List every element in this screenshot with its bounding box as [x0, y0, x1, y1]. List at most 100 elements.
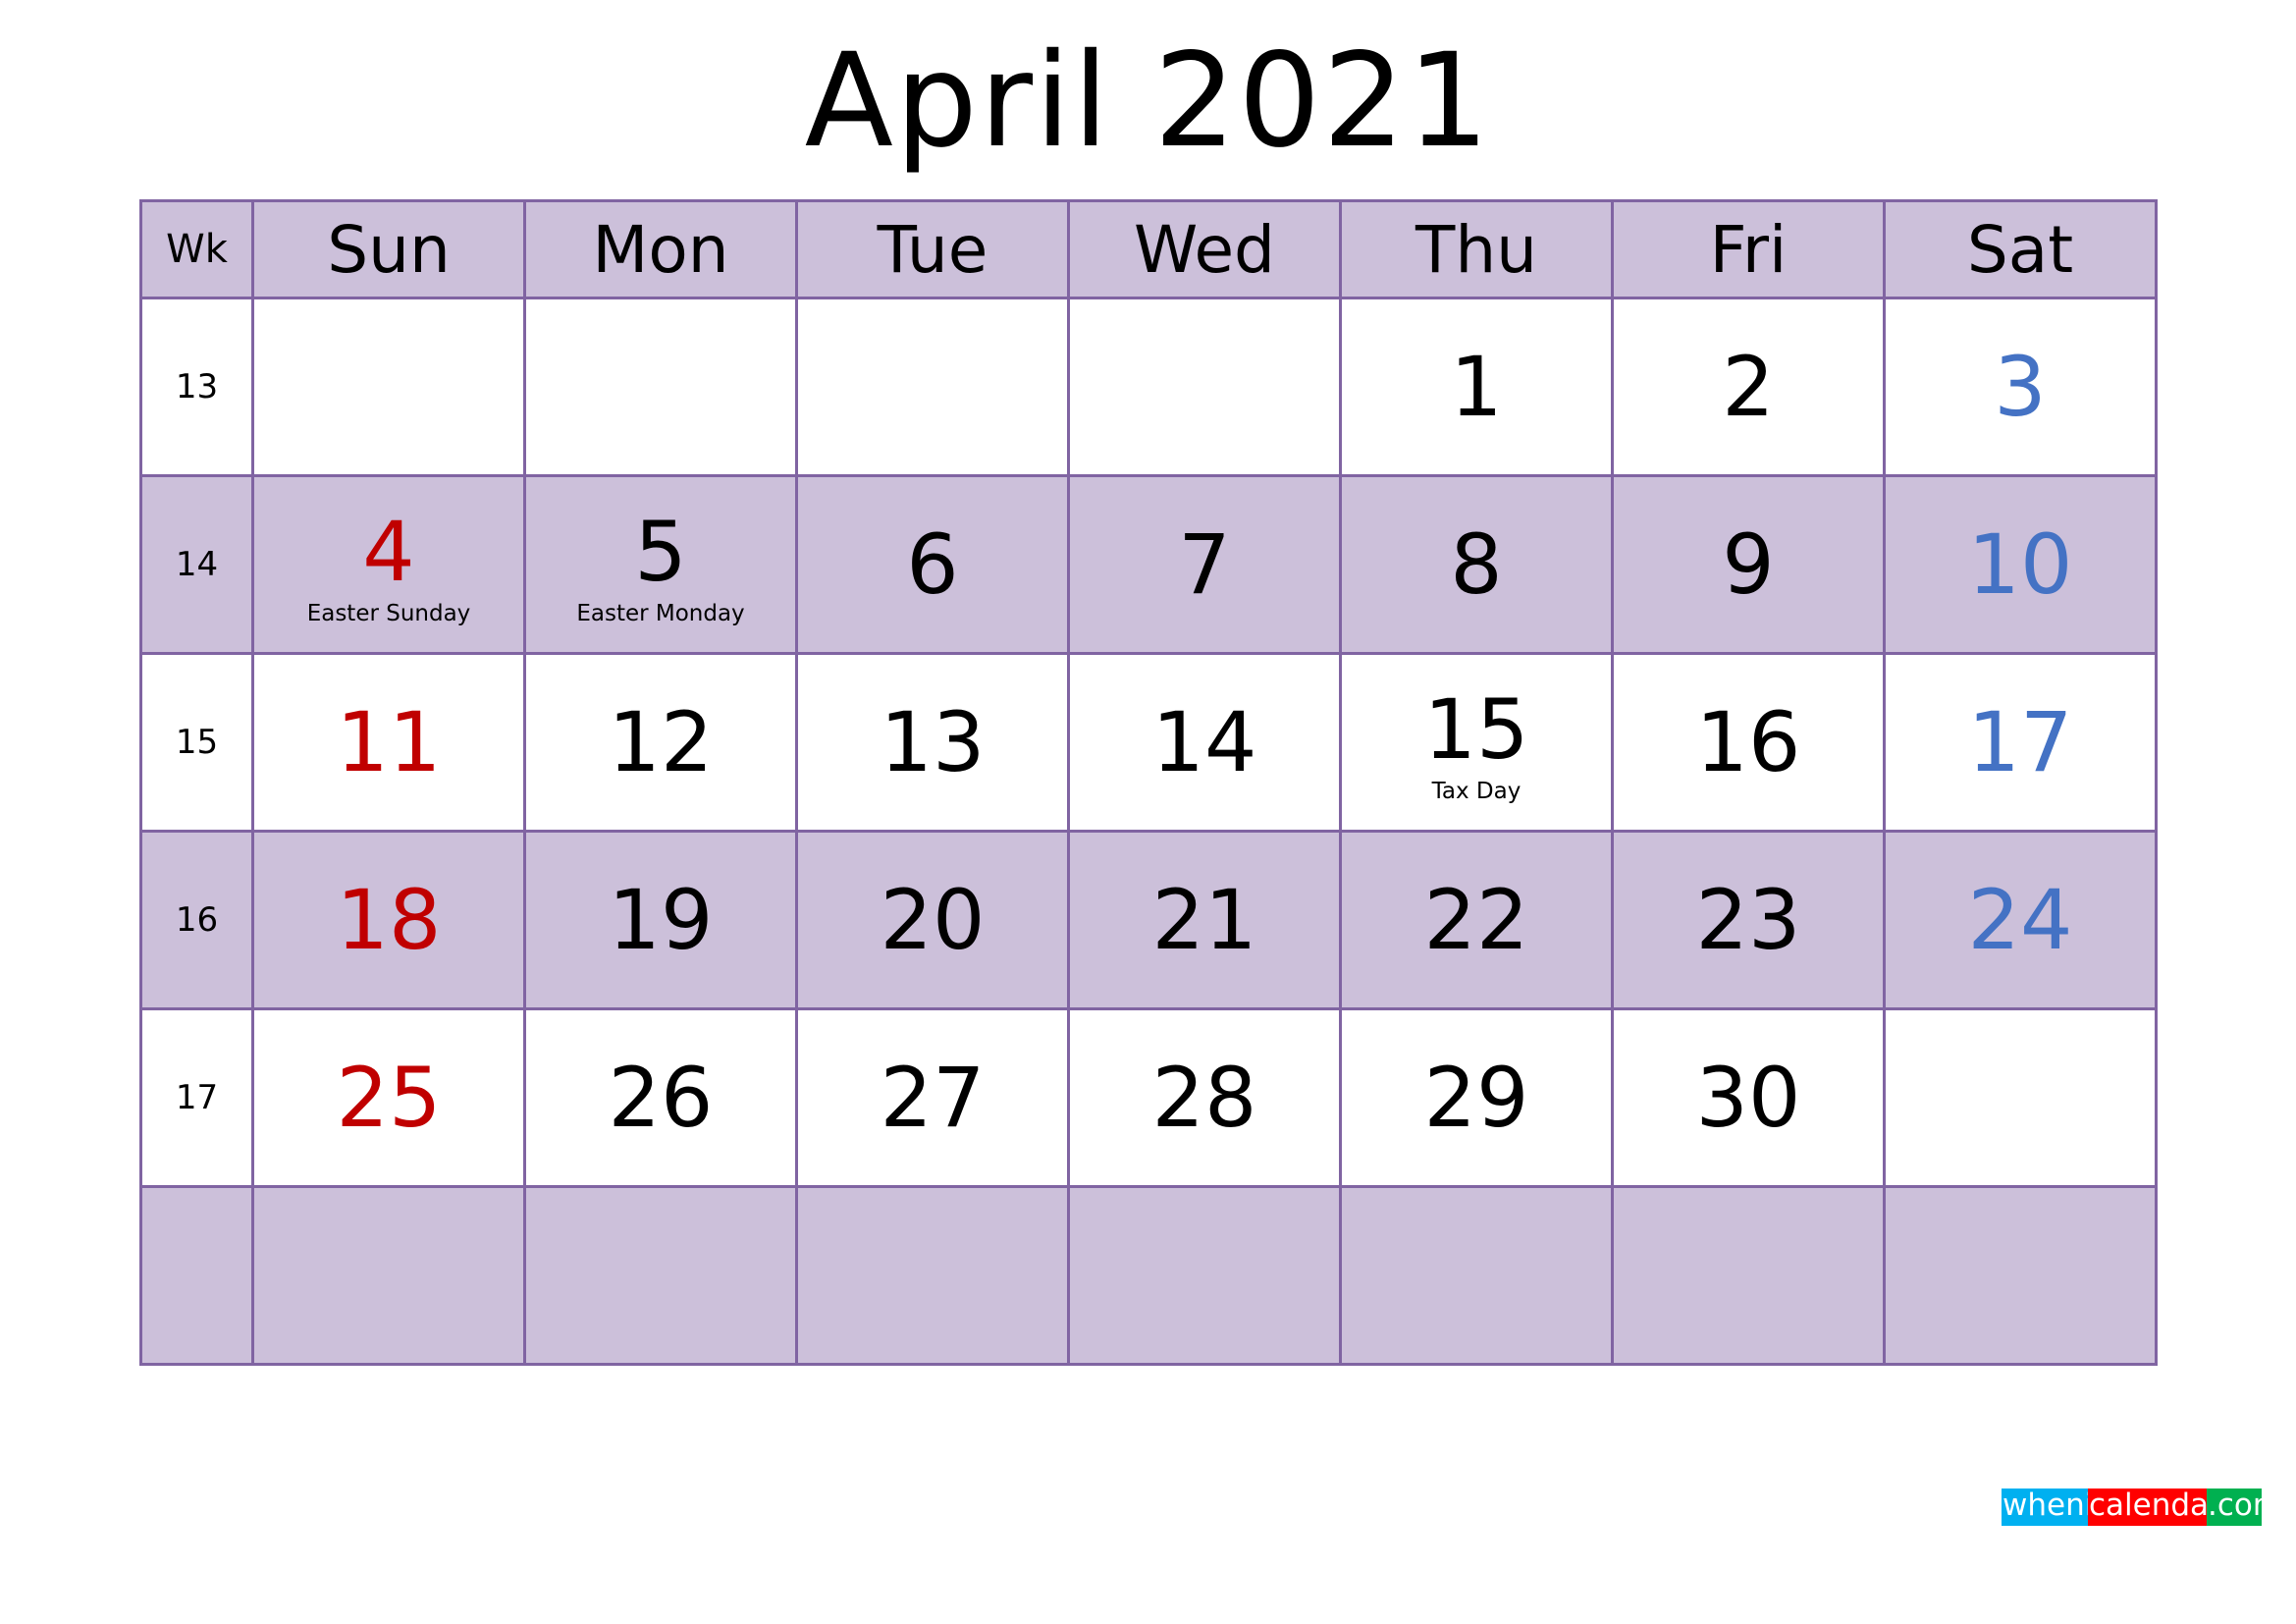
day-cell[interactable]: [1067, 1185, 1342, 1366]
day-number: 17: [1967, 694, 2073, 790]
day-cell[interactable]: 21: [1067, 830, 1342, 1010]
day-cell[interactable]: 11: [251, 652, 526, 833]
day-cell[interactable]: [523, 1185, 798, 1366]
day-cell[interactable]: 25: [251, 1007, 526, 1188]
day-number: 4: [362, 504, 415, 600]
day-cell[interactable]: 19: [523, 830, 798, 1010]
day-cell[interactable]: 24: [1883, 830, 2158, 1010]
calendar-title: April 2021: [804, 26, 1492, 177]
weekday-header-sun: Sun: [251, 199, 526, 299]
day-cell[interactable]: 30: [1611, 1007, 1886, 1188]
day-number: 1: [1450, 339, 1503, 435]
day-cell[interactable]: [1611, 1185, 1886, 1366]
day-cell[interactable]: 10: [1883, 474, 2158, 655]
day-cell[interactable]: [1883, 1007, 2158, 1188]
day-cell[interactable]: [795, 297, 1070, 477]
day-number: 2: [1722, 339, 1775, 435]
day-number: 26: [608, 1050, 714, 1146]
day-number: 8: [1450, 516, 1503, 613]
day-cell[interactable]: 28: [1067, 1007, 1342, 1188]
weekday-header-sat: Sat: [1883, 199, 2158, 299]
week-number-header: Wk: [139, 199, 254, 299]
day-number: 18: [336, 872, 442, 968]
week-number: 14: [139, 474, 254, 655]
day-number: 3: [1994, 339, 2047, 435]
week-row: 16 18 19 20 21 22 23 24: [139, 830, 2158, 1010]
day-cell[interactable]: 8: [1339, 474, 1614, 655]
week-number: 13: [139, 297, 254, 477]
day-cell[interactable]: 14: [1067, 652, 1342, 833]
day-number: 14: [1151, 694, 1257, 790]
weekday-header-wed: Wed: [1067, 199, 1342, 299]
day-number: 11: [336, 694, 442, 790]
day-number: 15: [1423, 681, 1529, 778]
day-cell[interactable]: 7: [1067, 474, 1342, 655]
day-number: 24: [1967, 872, 2073, 968]
day-cell[interactable]: 16: [1611, 652, 1886, 833]
day-cell[interactable]: [251, 1185, 526, 1366]
day-cell[interactable]: 22: [1339, 830, 1614, 1010]
day-number: 12: [608, 694, 714, 790]
weekday-header-thu: Thu: [1339, 199, 1614, 299]
day-number: 22: [1423, 872, 1529, 968]
day-cell[interactable]: 17: [1883, 652, 2158, 833]
week-row: 13 1 2 3: [139, 297, 2158, 477]
day-cell[interactable]: 20: [795, 830, 1070, 1010]
day-cell[interactable]: 18: [251, 830, 526, 1010]
calendar-grid: Wk Sun Mon Tue Wed Thu Fri Sat 13 1 2 3 14 4 E…: [139, 199, 2158, 1366]
day-cell[interactable]: [251, 297, 526, 477]
logo-part-whenis: whenis: [2002, 1489, 2109, 1526]
day-number: 16: [1695, 694, 1801, 790]
day-number: 5: [634, 504, 687, 600]
day-cell[interactable]: 3: [1883, 297, 2158, 477]
day-cell[interactable]: 6: [795, 474, 1070, 655]
day-cell[interactable]: 9: [1611, 474, 1886, 655]
week-number: 15: [139, 652, 254, 833]
week-number: [139, 1185, 254, 1366]
day-cell[interactable]: [795, 1185, 1070, 1366]
day-cell[interactable]: 2: [1611, 297, 1886, 477]
day-cell[interactable]: [1067, 297, 1342, 477]
day-cell[interactable]: 29: [1339, 1007, 1614, 1188]
day-cell[interactable]: 12: [523, 652, 798, 833]
day-number: 27: [880, 1050, 986, 1146]
weekday-header-mon: Mon: [523, 199, 798, 299]
day-cell[interactable]: 5 Easter Monday: [523, 474, 798, 655]
site-logo[interactable]: whenis calendars .com: [2002, 1489, 2282, 1526]
weekday-header-tue: Tue: [795, 199, 1070, 299]
logo-part-calendars: calendars: [2088, 1489, 2237, 1526]
week-row: 15 11 12 13 14 15 Tax Day 16 17: [139, 652, 2158, 833]
weekday-header-row: Wk Sun Mon Tue Wed Thu Fri Sat: [139, 199, 2158, 299]
week-row: [139, 1185, 2158, 1366]
day-number: 25: [336, 1050, 442, 1146]
day-cell[interactable]: 23: [1611, 830, 1886, 1010]
week-row: 14 4 Easter Sunday 5 Easter Monday 6 7 8 9 10: [139, 474, 2158, 655]
holiday-label: Tax Day: [1431, 779, 1522, 804]
day-cell[interactable]: 26: [523, 1007, 798, 1188]
day-number: 9: [1722, 516, 1775, 613]
weekday-header-fri: Fri: [1611, 199, 1886, 299]
week-number: 17: [139, 1007, 254, 1188]
day-number: 29: [1423, 1050, 1529, 1146]
day-number: 23: [1695, 872, 1801, 968]
day-number: 19: [608, 872, 714, 968]
holiday-label: Easter Monday: [576, 601, 745, 626]
holiday-label: Easter Sunday: [306, 601, 471, 626]
day-number: 28: [1151, 1050, 1257, 1146]
day-cell[interactable]: [523, 297, 798, 477]
day-number: 20: [880, 872, 986, 968]
day-number: 30: [1695, 1050, 1801, 1146]
day-number: 7: [1178, 516, 1231, 613]
day-cell[interactable]: 13: [795, 652, 1070, 833]
day-cell[interactable]: 27: [795, 1007, 1070, 1188]
day-cell[interactable]: [1883, 1185, 2158, 1366]
logo-part-com: .com: [2207, 1489, 2282, 1526]
day-cell[interactable]: 15 Tax Day: [1339, 652, 1614, 833]
week-row: 17 25 26 27 28 29 30: [139, 1007, 2158, 1188]
day-number: 13: [880, 694, 986, 790]
day-cell[interactable]: [1339, 1185, 1614, 1366]
week-number: 16: [139, 830, 254, 1010]
day-cell[interactable]: 4 Easter Sunday: [251, 474, 526, 655]
calendar-body: 13 1 2 3 14 4 Easter Sunday 5 Easter Monday 6 7 8 9 1…: [139, 297, 2158, 1366]
day-cell[interactable]: 1: [1339, 297, 1614, 477]
